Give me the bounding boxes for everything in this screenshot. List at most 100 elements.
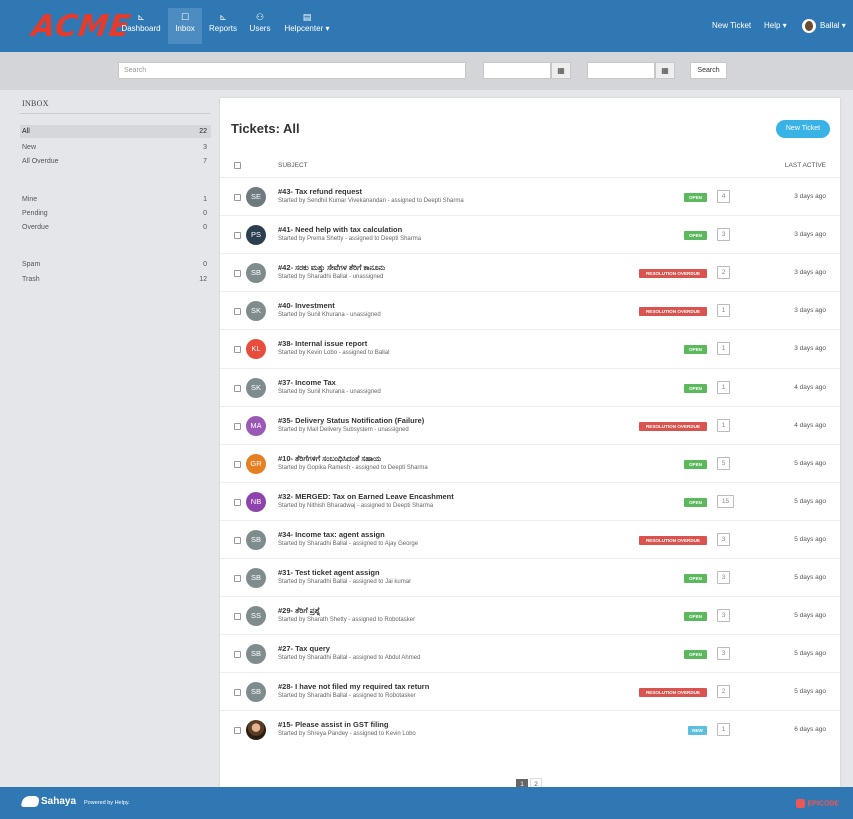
sidebar-item-label: Mine [22, 196, 38, 203]
row-checkbox[interactable] [234, 460, 241, 468]
row-checkbox[interactable] [234, 194, 241, 201]
powered-by-text[interactable]: Powered by Helpy. [84, 800, 130, 806]
table-row[interactable]: SB #31- Test ticket agent assign Started b… [220, 558, 840, 596]
user-name: Ballal ▾ [820, 21, 846, 30]
reply-count: 3 [717, 228, 730, 242]
ticket-meta: Started by Sharadhi Ballal - assigned to… [278, 579, 412, 585]
ticket-subject[interactable]: #34- Income tax: agent assign [278, 530, 385, 539]
last-active: 3 days ago [794, 193, 826, 200]
table-row[interactable]: SB #34- Income tax: agent assign Started b… [220, 519, 840, 558]
ticket-subject[interactable]: #43- Tax refund request [278, 187, 362, 196]
sidebar-item-mine[interactable]: Mine 1 [20, 193, 211, 206]
last-active: 5 days ago [794, 459, 826, 467]
row-checkbox[interactable] [234, 498, 241, 506]
status-badge: RESOLUTION OVERDUE [639, 421, 707, 431]
table-row[interactable]: SE #43- Tax refund request Started by Send… [220, 177, 840, 215]
table-row[interactable]: GR #10- ತೆರಿಗೆಗಳಿಗೆ ಸಂಬಂಧಿಸಿದಂತೆ ಸಹಾಯ Star… [220, 443, 840, 482]
sidebar-item-trash[interactable]: Trash 12 [20, 273, 211, 286]
reply-count: 3 [717, 532, 730, 546]
status-badge: OPEN [684, 383, 707, 393]
table-row[interactable]: SS #29- ತೆರಿಗೆ ಪ್ರಶ್ನೆ Started by Sharath … [220, 596, 840, 634]
calendar-icon[interactable]: ▦ [551, 62, 571, 79]
sidebar-item-all-overdue[interactable]: All Overdue 7 [20, 155, 211, 168]
nav-inbox[interactable]: ☐ Inbox [168, 8, 202, 44]
search-input[interactable]: Search [118, 62, 466, 79]
nav-users[interactable]: ⚇ Users [246, 11, 274, 41]
nav-helpcenter[interactable]: ▤ Helpcenter ▾ [282, 11, 332, 41]
user-avatar [802, 18, 816, 33]
table-row[interactable]: KL #38- Internal issue report Started by K… [220, 329, 840, 367]
ticket-subject[interactable]: #41- Need help with tax calculation [278, 225, 402, 234]
sidebar-item-overdue[interactable]: Overdue 0 [20, 221, 211, 234]
sidebar-item-new[interactable]: New 3 [20, 141, 211, 154]
row-checkbox[interactable] [234, 689, 241, 697]
epicode-logo[interactable]: EPICODE [796, 799, 839, 808]
row-checkbox[interactable] [234, 232, 241, 240]
table-row[interactable]: #15- Please assist in GST filing Started … [220, 710, 840, 748]
table-row[interactable]: SK #40- Investment Started by Sunil Khuran… [220, 291, 840, 329]
ticket-subject[interactable]: #10- ತೆರಿಗೆಗಳಿಗೆ ಸಂಬಂಧಿಸಿದಂತೆ ಸಹಾಯ [278, 454, 381, 464]
status-badge: OPEN [684, 650, 707, 660]
last-active: 5 days ago [794, 535, 826, 543]
table-row[interactable]: PS #41- Need help with tax calculation Sta… [220, 215, 840, 253]
ticket-subject[interactable]: #27- Tax query [278, 644, 330, 653]
sidebar-item-all[interactable]: All 22 [20, 125, 211, 138]
divider [20, 113, 210, 114]
sidebar-item-label: Overdue [22, 224, 49, 231]
status-badge: OPEN [684, 193, 707, 202]
sahaya-logo[interactable]: Sahaya [20, 796, 76, 807]
ticket-meta: Started by Shreya Pandey - assigned to K… [278, 731, 416, 738]
ticket-meta: Started by Prema Shetty - assigned to De… [278, 236, 422, 243]
acme-logo[interactable]: ACME [30, 9, 134, 44]
ticket-subject[interactable]: #31- Test ticket agent assign [278, 568, 380, 577]
last-active: 5 days ago [794, 574, 826, 581]
nav-reports[interactable]: ⊾ Reports [207, 11, 239, 41]
reply-count: 1 [717, 342, 730, 356]
row-checkbox[interactable] [234, 613, 241, 621]
table-row[interactable]: SB #42- ಸರಕು ಮತ್ತು ಸೇವೆಗಳ ತೆರಿಗೆ ಕಾನೂನು St… [220, 253, 840, 291]
table-row[interactable]: SK #37- Income Tax Started by Sunil Khuran… [220, 367, 840, 406]
new-ticket-button[interactable]: New Ticket [776, 120, 830, 138]
select-all-checkbox[interactable] [234, 162, 241, 169]
column-last-active[interactable]: LAST ACTIVE [785, 162, 826, 169]
ticket-subject[interactable]: #29- ತೆರಿಗೆ ಪ್ರಶ್ನೆ [278, 606, 320, 616]
row-checkbox[interactable] [234, 308, 241, 316]
table-row[interactable]: SB #27- Tax query Started by Sharadhi Ball… [220, 634, 840, 672]
ticket-subject[interactable]: #35- Delivery Status Notification (Failu… [278, 416, 424, 425]
nav-new-ticket[interactable]: New Ticket [712, 0, 751, 52]
ticket-subject[interactable]: #28- I have not filed my required tax re… [278, 682, 429, 691]
ticket-subject[interactable]: #40- Investment [278, 301, 335, 310]
row-checkbox[interactable] [234, 346, 241, 354]
nav-label: Helpcenter ▾ [284, 24, 330, 33]
row-checkbox[interactable] [234, 536, 241, 544]
ticket-subject[interactable]: #38- Internal issue report [278, 339, 367, 348]
start-date-input[interactable] [483, 62, 551, 79]
row-checkbox[interactable] [234, 651, 241, 659]
row-checkbox[interactable] [234, 575, 241, 582]
avatar: SB [246, 682, 266, 703]
nav-help-dropdown[interactable]: Help ▾ [764, 0, 787, 52]
row-checkbox[interactable] [234, 422, 241, 430]
end-date-input[interactable] [587, 62, 655, 79]
ticket-subject[interactable]: #42- ಸರಕು ಮತ್ತು ಸೇವೆಗಳ ತೆರಿಗೆ ಕಾನೂನು [278, 263, 385, 273]
status-badge: OPEN [684, 459, 707, 469]
table-row[interactable]: MA #35- Delivery Status Notification (Fai… [220, 405, 840, 444]
reply-count: 1 [717, 304, 730, 318]
ticket-subject[interactable]: #32- MERGED: Tax on Earned Leave Encashm… [278, 492, 454, 501]
sidebar-item-pending[interactable]: Pending 0 [20, 207, 211, 220]
ticket-subject[interactable]: #15- Please assist in GST filing [278, 720, 388, 729]
column-subject[interactable]: SUBJECT [278, 162, 308, 169]
user-menu[interactable]: Ballal ▾ [802, 0, 846, 52]
table-row[interactable]: SB #28- I have not filed my required tax … [220, 672, 840, 710]
nav-dashboard[interactable]: ⊾ Dashboard [120, 11, 162, 41]
sidebar-item-spam[interactable]: Spam 0 [20, 258, 211, 271]
ticket-subject[interactable]: #37- Income Tax [278, 378, 336, 387]
row-checkbox[interactable] [234, 727, 241, 735]
row-checkbox[interactable] [234, 384, 241, 392]
row-checkbox[interactable] [234, 270, 241, 278]
search-button[interactable]: Search [690, 62, 727, 79]
nav-label: Inbox [175, 24, 195, 33]
table-row[interactable]: NB #32- MERGED: Tax on Earned Leave Encas… [220, 481, 840, 520]
last-active: 4 days ago [794, 421, 826, 429]
calendar-icon[interactable]: ▦ [655, 62, 675, 79]
